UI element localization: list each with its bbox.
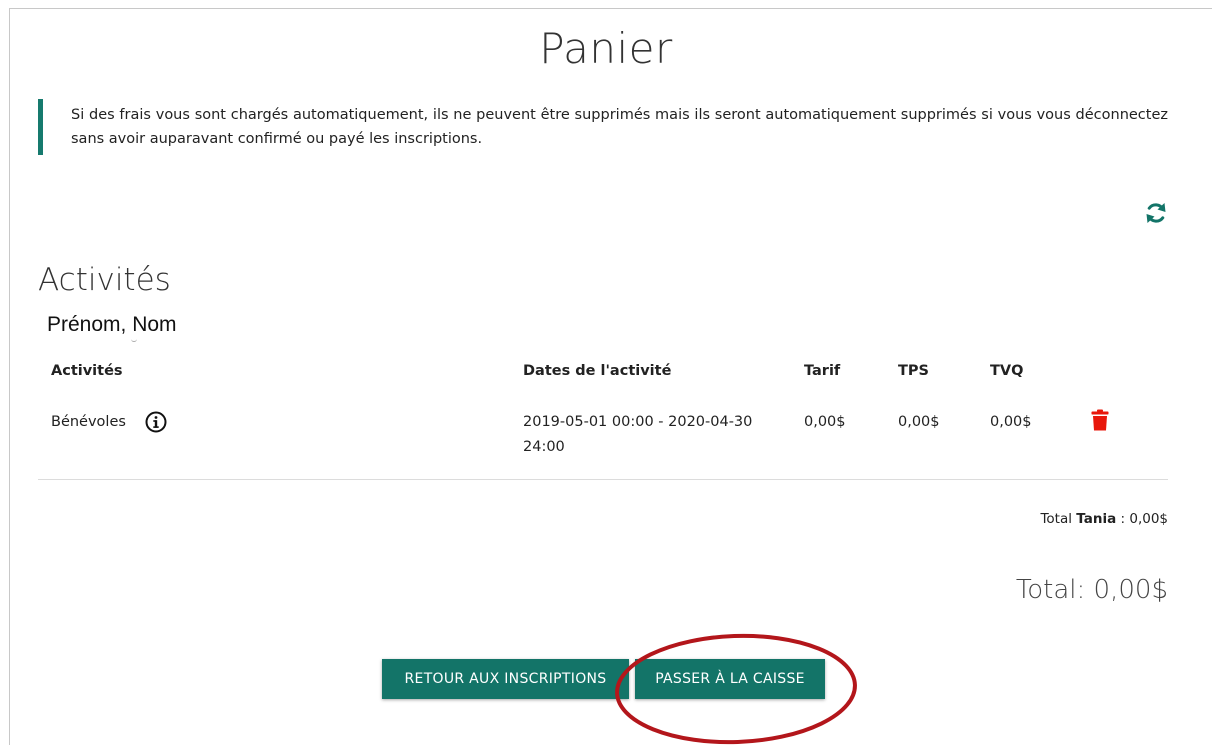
column-header-tvq: TVQ: [990, 363, 1024, 379]
subtotal-value: : 0,00$: [1116, 511, 1169, 527]
column-header-tps: TPS: [898, 363, 929, 379]
table-divider: [38, 479, 1168, 480]
activity-dates: 2019-05-01 00:00 - 2020-04-30 24:00: [523, 414, 753, 455]
column-header-tarif: Tarif: [804, 363, 841, 379]
back-to-registrations-button[interactable]: RETOUR AUX INSCRIPTIONS: [382, 659, 629, 699]
grand-total: Total: 0,00$: [1015, 575, 1168, 605]
column-header-activity: Activités: [51, 363, 123, 379]
activity-tarif: 0,00$: [804, 414, 846, 430]
trash-icon[interactable]: [1091, 409, 1109, 431]
subtotal-name: Tania: [1076, 511, 1117, 527]
page-title: Panier: [539, 24, 673, 73]
person-name-ghost-mark: [131, 333, 137, 342]
checkout-button[interactable]: PASSER À LA CAISSE: [635, 659, 825, 699]
refresh-icon[interactable]: [1144, 200, 1168, 226]
person-name: Prénom, Nom: [47, 313, 177, 336]
notice-text: Si des frais vous sont chargés automatiq…: [71, 107, 1168, 147]
section-title: Activités: [38, 262, 171, 298]
activity-tps: 0,00$: [898, 414, 940, 430]
person-subtotal: Total Tania : 0,00$: [1040, 511, 1168, 527]
info-icon[interactable]: [145, 411, 167, 433]
column-header-dates: Dates de l'activité: [523, 363, 672, 379]
subtotal-prefix: Total: [1040, 511, 1072, 527]
activity-name: Bénévoles: [51, 414, 126, 430]
activity-tvq: 0,00$: [990, 414, 1032, 430]
notice-callout: Si des frais vous sont chargés automatiq…: [38, 99, 1168, 155]
